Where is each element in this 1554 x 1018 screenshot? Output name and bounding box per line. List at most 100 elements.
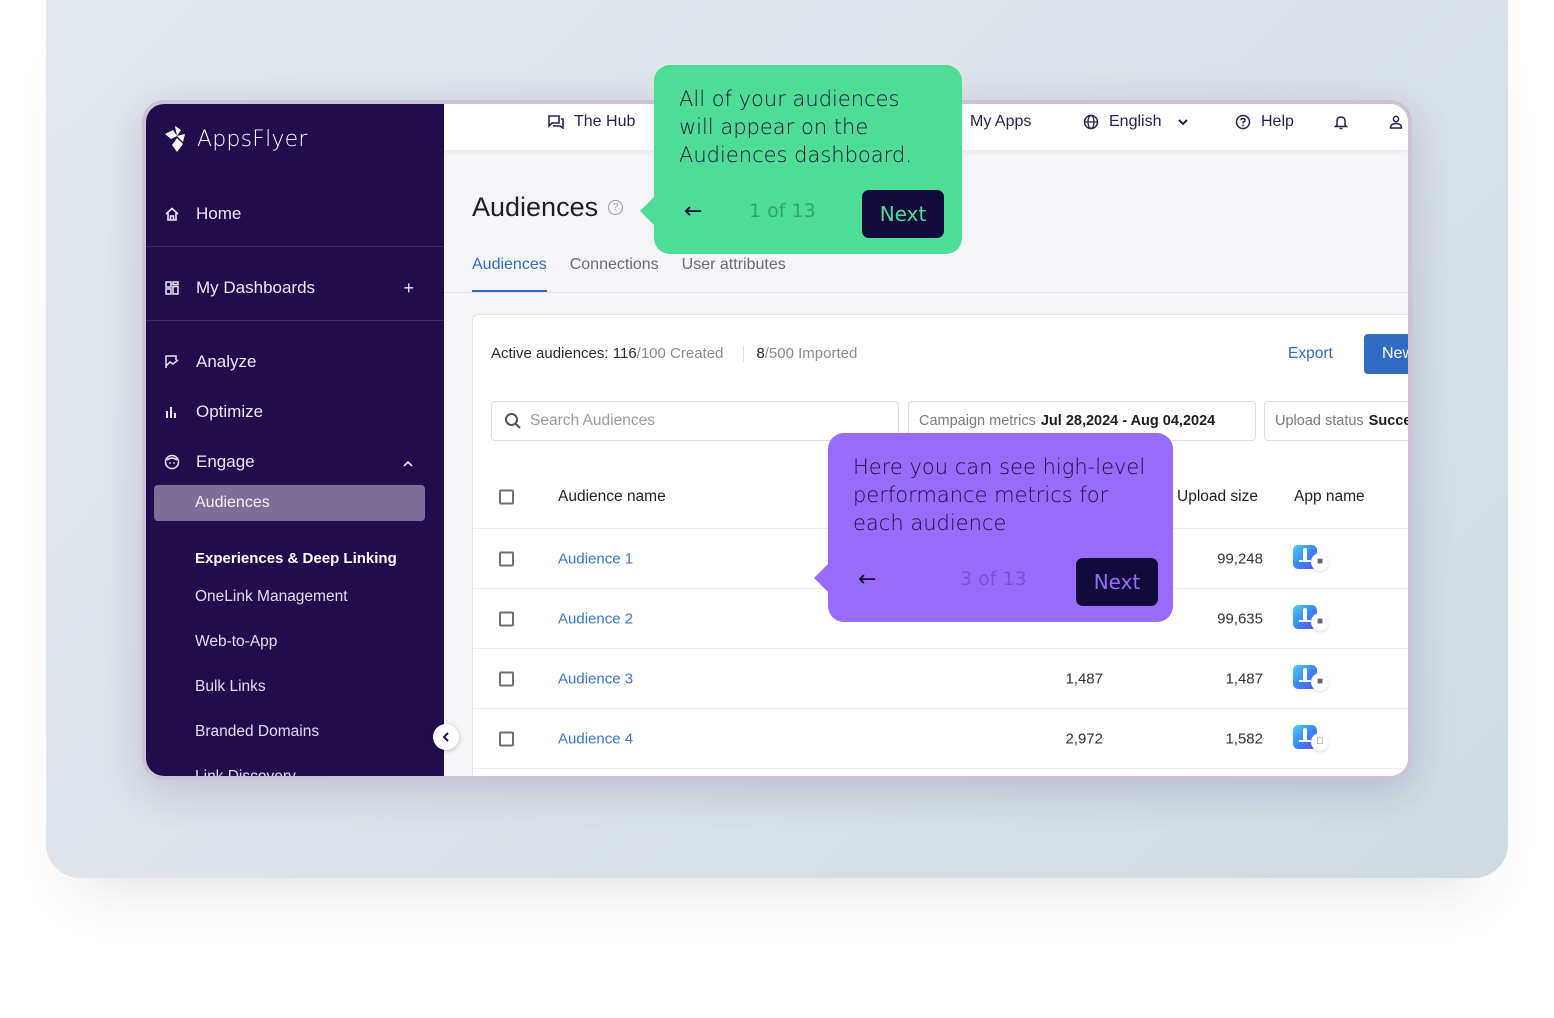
bell-icon — [1334, 116, 1348, 130]
column-audience-name[interactable]: Audience name — [558, 488, 666, 506]
export-button[interactable]: Export — [1288, 345, 1333, 363]
notifications-button[interactable] — [1334, 104, 1348, 140]
back-arrow-icon[interactable]: ← — [684, 199, 702, 224]
analyze-icon — [164, 354, 180, 370]
sidebar-item-label: Analyze — [196, 352, 257, 371]
upload-size: 1,487 — [1225, 670, 1263, 687]
step-counter: 3 of 13 — [960, 568, 1027, 590]
audience-name-link[interactable]: Audience 3 — [558, 670, 633, 687]
upload-size: 99,635 — [1217, 610, 1263, 627]
help-label: Help — [1261, 113, 1294, 130]
sidebar-item-web-to-app[interactable]: Web-to-App — [195, 633, 277, 651]
table-row: Audience 3 1,487 1,487 ■ — [473, 649, 1408, 709]
help-link[interactable]: Help — [1235, 104, 1294, 140]
language-selector[interactable]: English — [1083, 104, 1189, 140]
audience-size: 2,972 — [1065, 730, 1103, 747]
onboarding-tooltip-step-1: All of your audiences will appear on the… — [640, 65, 962, 254]
tooltip-pointer — [640, 197, 654, 225]
app-icon:  — [1293, 724, 1337, 753]
imported-limit: /500 Imported — [764, 345, 858, 362]
audience-size: 1,487 — [1065, 670, 1103, 687]
imported-count: 8 — [756, 345, 765, 362]
column-upload-size[interactable]: Upload size — [1177, 488, 1258, 506]
search-icon — [505, 413, 521, 429]
app-icon: ■ — [1293, 544, 1337, 573]
audience-name-link[interactable]: Audience 4 — [558, 730, 633, 747]
sidebar-item-label: My Dashboards — [196, 278, 316, 297]
tabs-divider — [444, 292, 1408, 293]
appsflyer-logo-icon — [165, 126, 185, 152]
my-apps-link[interactable]: My Apps — [956, 104, 1031, 140]
help-circle-icon[interactable]: ? — [608, 200, 624, 215]
next-button[interactable]: Next — [862, 190, 944, 238]
help-icon — [1235, 114, 1251, 130]
appsflyer-logo[interactable]: AppsFlyer — [163, 124, 308, 154]
filter-value: Success — [1368, 413, 1408, 429]
step-counter: 1 of 13 — [749, 200, 816, 222]
created-count: 116 — [612, 345, 637, 362]
android-icon: ■ — [1311, 672, 1329, 691]
user-profile-button[interactable] — [1389, 104, 1403, 140]
back-arrow-icon[interactable]: ← — [858, 567, 876, 592]
summary-separator — [743, 345, 745, 362]
created-limit: /100 Created — [636, 345, 724, 362]
sidebar-item-home[interactable]: Home — [146, 192, 444, 236]
add-dashboard-button[interactable]: + — [403, 278, 414, 299]
row-checkbox[interactable] — [499, 671, 514, 686]
table-row: Audience 4 2,972 1,582  — [473, 709, 1408, 769]
engage-icon — [164, 454, 180, 470]
my-apps-label: My Apps — [970, 113, 1032, 130]
tooltip-pointer — [814, 564, 828, 592]
sidebar: AppsFlyer Home My Dashboards + Analyze O… — [146, 104, 444, 776]
row-checkbox[interactable] — [499, 611, 514, 626]
upload-size: 99,248 — [1217, 550, 1263, 567]
filter-value: Jul 28,2024 - Aug 04,2024 — [1040, 413, 1216, 429]
the-hub-link[interactable]: The Hub — [548, 104, 635, 140]
sidebar-item-label: Optimize — [196, 402, 264, 421]
sidebar-item-optimize[interactable]: Optimize — [146, 390, 444, 434]
new-audience-button[interactable]: New — [1364, 334, 1408, 374]
select-all-checkbox[interactable] — [499, 489, 514, 504]
sidebar-item-link-discovery[interactable]: Link Discovery — [195, 768, 296, 776]
app-icon: ■ — [1293, 664, 1337, 693]
filter-label: Campaign metrics — [919, 413, 1036, 429]
sidebar-item-label: Engage — [196, 452, 255, 471]
sidebar-item-audiences[interactable]: Audiences — [154, 485, 425, 521]
sidebar-item-label: Home — [196, 204, 242, 223]
android-icon: ■ — [1311, 612, 1329, 631]
sidebar-section-heading: Experiences & Deep Linking — [195, 550, 397, 567]
sidebar-item-branded-domains[interactable]: Branded Domains — [195, 723, 319, 741]
the-hub-label: The Hub — [574, 113, 636, 130]
sidebar-divider — [146, 246, 444, 247]
sidebar-item-engage[interactable]: Engage — [146, 440, 444, 484]
filter-label: Upload status — [1275, 413, 1364, 429]
android-icon: ■ — [1311, 552, 1329, 571]
sidebar-divider — [146, 320, 444, 321]
next-button[interactable]: Next — [1076, 558, 1158, 606]
search-input[interactable] — [530, 412, 870, 430]
column-app-name[interactable]: App name — [1294, 488, 1365, 506]
row-checkbox[interactable] — [499, 731, 514, 746]
summary-label: Active audiences: — [491, 345, 609, 362]
tab-connections[interactable]: Connections — [570, 256, 659, 292]
page-title: Audiences ? — [472, 192, 624, 223]
sidebar-item-onelink-management[interactable]: OneLink Management — [195, 588, 348, 606]
chevron-up-icon[interactable] — [402, 452, 414, 473]
language-label: English — [1109, 113, 1162, 130]
tab-user-attributes[interactable]: User attributes — [682, 256, 786, 292]
collapse-sidebar-button[interactable] — [433, 724, 459, 750]
chevron-left-icon — [442, 732, 449, 742]
sidebar-item-my-dashboards[interactable]: My Dashboards + — [146, 266, 444, 310]
sidebar-item-analyze[interactable]: Analyze — [146, 340, 444, 384]
page-title-text: Audiences — [472, 192, 599, 222]
audience-name-link[interactable]: Audience 2 — [558, 610, 633, 627]
sidebar-item-bulk-links[interactable]: Bulk Links — [195, 678, 266, 696]
row-checkbox[interactable] — [499, 551, 514, 566]
upload-status-filter[interactable]: Upload statusSuccess — [1264, 401, 1408, 441]
audience-name-link[interactable]: Audience 1 — [558, 550, 633, 567]
app-icon: ■ — [1293, 604, 1337, 633]
tab-audiences[interactable]: Audiences — [472, 256, 547, 292]
chat-icon — [548, 115, 564, 129]
home-icon — [164, 206, 180, 222]
active-audiences-summary: Active audiences: 116/100 Created 8/500 … — [491, 345, 857, 362]
